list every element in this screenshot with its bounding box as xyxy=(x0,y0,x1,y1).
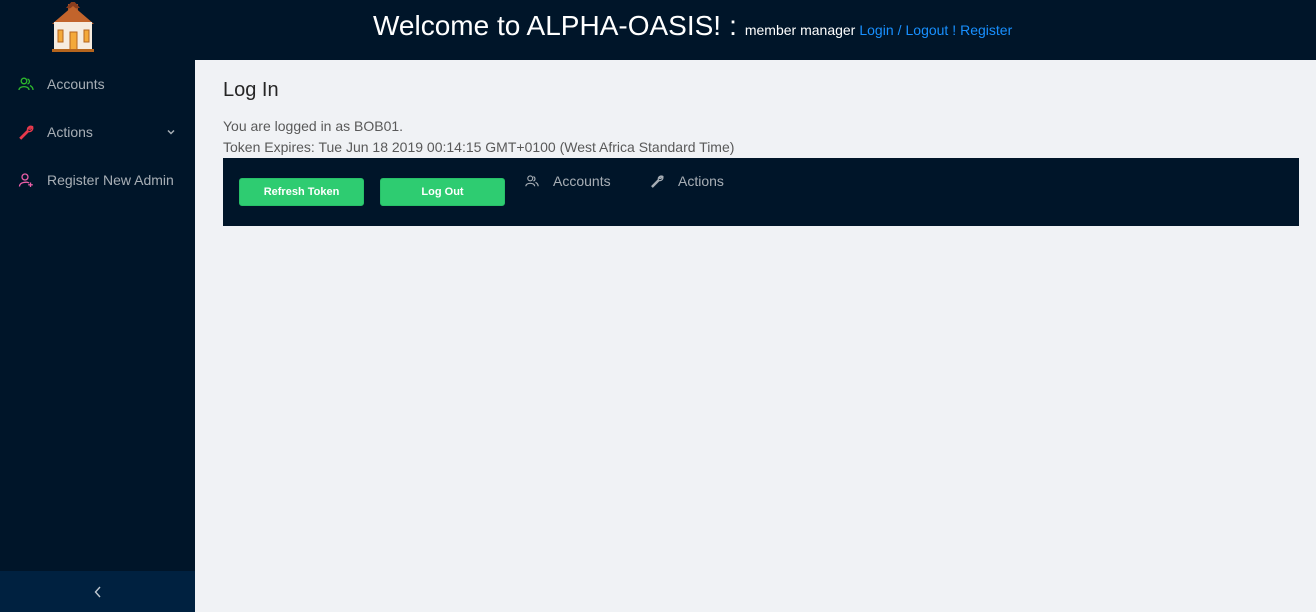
wrench-icon xyxy=(19,125,34,140)
app-header: Welcome to ALPHA-OASIS! : member manager… xyxy=(0,0,1316,60)
logged-in-status: You are logged in as BOB01. xyxy=(223,118,404,134)
add-user-icon xyxy=(18,173,33,187)
login-link[interactable]: Login xyxy=(859,22,893,38)
site-subtitle: member manager xyxy=(744,22,856,38)
main-content: Log In You are logged in as BOB01. Token… xyxy=(195,60,1316,612)
sidebar: Accounts Actions Register New Admin xyxy=(0,60,195,612)
accounts-icon xyxy=(525,175,539,187)
register-link[interactable]: Register xyxy=(960,22,1012,38)
toolbar-item-label: Accounts xyxy=(553,173,611,189)
sidebar-item-label: Actions xyxy=(47,124,93,140)
sidebar-item-label: Accounts xyxy=(47,76,105,92)
toolbar-item-actions[interactable]: Actions xyxy=(650,172,724,190)
sidebar-item-accounts[interactable]: Accounts xyxy=(0,64,195,104)
site-title: Welcome to ALPHA-OASIS! xyxy=(373,10,722,41)
sidebar-item-register-new-admin[interactable]: Register New Admin xyxy=(0,160,195,200)
sidebar-item-actions[interactable]: Actions xyxy=(0,112,195,152)
sidebar-collapse-button[interactable] xyxy=(0,571,195,612)
chevron-left-icon xyxy=(94,586,101,597)
page-title: Log In xyxy=(223,79,279,101)
session-toolbar: Refresh Token Log Out Accounts Actions xyxy=(223,158,1299,226)
chapel-logo-icon xyxy=(52,2,94,52)
refresh-token-button[interactable]: Refresh Token xyxy=(239,178,364,206)
log-out-button[interactable]: Log Out xyxy=(380,178,505,206)
toolbar-item-label: Actions xyxy=(678,173,724,189)
header-title-line: Welcome to ALPHA-OASIS! : member manager… xyxy=(373,10,1012,46)
accounts-icon xyxy=(18,77,34,91)
logout-link[interactable]: Logout ! xyxy=(906,22,957,38)
link-divider: / xyxy=(897,22,902,38)
title-separator: : xyxy=(729,10,737,41)
chevron-down-icon xyxy=(167,129,175,135)
toolbar-item-accounts[interactable]: Accounts xyxy=(525,172,611,190)
token-expiry: Token Expires: Tue Jun 18 2019 00:14:15 … xyxy=(223,139,735,155)
sidebar-item-label: Register New Admin xyxy=(47,172,174,188)
wrench-icon xyxy=(651,175,664,188)
